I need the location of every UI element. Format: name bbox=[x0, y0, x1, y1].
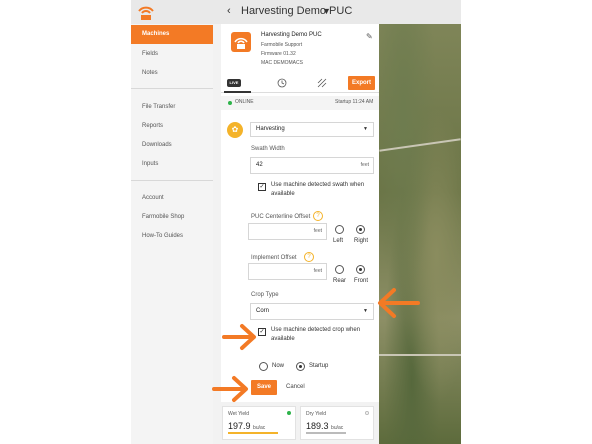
export-button[interactable]: Export bbox=[348, 76, 375, 90]
implement-offset-front-radio[interactable] bbox=[356, 265, 365, 274]
apply-startup-label: Startup bbox=[309, 363, 329, 369]
dry-yield-card[interactable]: Dry Yield 189.3 bu/ac bbox=[300, 406, 374, 440]
crop-detect-label: Use machine detected crop when available bbox=[271, 327, 361, 342]
sidebar-item-notes[interactable]: Notes bbox=[131, 64, 213, 83]
sidebar-item-account[interactable]: Account bbox=[131, 189, 213, 208]
device-mac: MAC DEMOMACS bbox=[261, 60, 303, 66]
farmobile-logo-icon bbox=[138, 6, 154, 20]
dry-yield-bar bbox=[306, 432, 346, 434]
wet-yield-card[interactable]: Wet Yield 197.9 bu/ac bbox=[222, 406, 296, 440]
sidebar-divider bbox=[131, 180, 213, 181]
top-bar: ‹ Harvesting Demo PUC ▼ bbox=[131, 0, 461, 24]
sidebar-item-machines[interactable]: Machines bbox=[131, 25, 213, 44]
online-dot-icon bbox=[228, 101, 232, 105]
tab-live[interactable]: LIVE bbox=[225, 74, 243, 92]
back-chevron-icon[interactable]: ‹ bbox=[227, 5, 231, 17]
map-road bbox=[379, 138, 461, 152]
sidebar-item-how-to-guides[interactable]: How-To Guides bbox=[131, 227, 213, 246]
puc-offset-left-label: Left bbox=[333, 238, 344, 244]
cancel-button[interactable]: Cancel bbox=[286, 384, 305, 390]
puc-offset-left-radio[interactable] bbox=[335, 225, 344, 234]
apply-now-radio[interactable] bbox=[259, 362, 268, 371]
annotation-arrow-icon bbox=[212, 376, 248, 402]
implement-offset-front-label: Front bbox=[354, 278, 369, 284]
map-road bbox=[379, 354, 461, 356]
puc-offset-label: PUC Centerline Offset bbox=[251, 214, 311, 220]
app-window: ‹ Harvesting Demo PUC ▼ Machines Fields … bbox=[131, 0, 461, 444]
yield-summary: Wet Yield 197.9 bu/ac Dry Yield 189.3 bu… bbox=[221, 402, 379, 444]
device-name: Harvesting Demo PUC bbox=[261, 32, 322, 38]
status-dot-icon bbox=[365, 411, 369, 415]
annotation-arrow-icon bbox=[222, 324, 256, 350]
crop-detect-checkbox[interactable]: ✓ bbox=[258, 328, 266, 336]
crop-type-label: Crop Type bbox=[251, 292, 279, 298]
sidebar-item-reports[interactable]: Reports bbox=[131, 117, 213, 136]
device-support: Farmobile Support bbox=[261, 42, 303, 48]
wet-yield-title: Wet Yield bbox=[228, 411, 250, 417]
device-title[interactable]: Harvesting Demo PUC bbox=[241, 5, 352, 17]
sidebar-item-downloads[interactable]: Downloads bbox=[131, 136, 213, 155]
status-dot-icon bbox=[287, 411, 291, 415]
status-bar: ONLINE Startup 11:24 AM bbox=[221, 96, 379, 110]
implement-offset-rear-label: Rear bbox=[333, 278, 347, 284]
sidebar-item-inputs[interactable]: Inputs bbox=[131, 155, 213, 174]
help-icon[interactable]: ? bbox=[304, 252, 314, 262]
startup-time: Startup 11:24 AM bbox=[335, 99, 374, 105]
implement-offset-rear-radio[interactable] bbox=[335, 265, 344, 274]
apply-startup-radio[interactable] bbox=[296, 362, 305, 371]
swath-width-input[interactable]: 42 feet bbox=[250, 157, 374, 174]
sidebar-divider bbox=[131, 88, 213, 89]
puc-offset-input[interactable]: feet bbox=[248, 223, 327, 240]
coverage-pattern-icon[interactable] bbox=[313, 74, 331, 92]
swath-detect-label: Use machine detected swath when availabl… bbox=[271, 182, 365, 197]
save-button[interactable]: Save bbox=[251, 380, 277, 395]
device-avatar-icon bbox=[231, 32, 251, 52]
crop-type-select[interactable]: Corn ▼ bbox=[250, 303, 374, 320]
edit-pencil-icon[interactable]: ✎ bbox=[366, 32, 373, 41]
satellite-map[interactable] bbox=[379, 24, 461, 444]
history-icon[interactable] bbox=[273, 74, 291, 92]
dry-yield-title: Dry Yield bbox=[306, 411, 327, 417]
tab-active-indicator bbox=[224, 91, 251, 93]
operation-select[interactable]: Harvesting ▼ bbox=[250, 122, 374, 137]
online-status: ONLINE bbox=[235, 99, 254, 105]
puc-offset-right-radio[interactable] bbox=[356, 225, 365, 234]
dry-yield-value: 189.3 bu/ac bbox=[306, 421, 344, 431]
device-firmware: Firmware 01.32 bbox=[261, 51, 296, 57]
annotation-arrow-icon bbox=[378, 288, 420, 318]
swath-detect-checkbox[interactable]: ✓ bbox=[258, 183, 266, 191]
wet-yield-bar bbox=[228, 432, 278, 434]
implement-offset-input[interactable]: feet bbox=[248, 263, 327, 280]
sidebar-item-fields[interactable]: Fields bbox=[131, 45, 213, 64]
swath-width-label: Swath Width bbox=[251, 146, 285, 152]
title-dropdown-icon[interactable]: ▼ bbox=[322, 6, 331, 16]
sidebar: Machines Fields Notes File Transfer Repo… bbox=[131, 24, 213, 444]
puc-offset-right-label: Right bbox=[354, 238, 369, 244]
help-icon[interactable]: ? bbox=[313, 211, 323, 221]
wet-yield-value: 197.9 bu/ac bbox=[228, 421, 266, 431]
sidebar-item-farmobile-shop[interactable]: Farmobile Shop bbox=[131, 208, 213, 227]
wheat-icon: ✿ bbox=[227, 122, 243, 138]
sidebar-item-file-transfer[interactable]: File Transfer bbox=[131, 98, 213, 117]
implement-offset-label: Implement Offset bbox=[251, 255, 297, 261]
apply-now-label: Now bbox=[272, 363, 285, 369]
